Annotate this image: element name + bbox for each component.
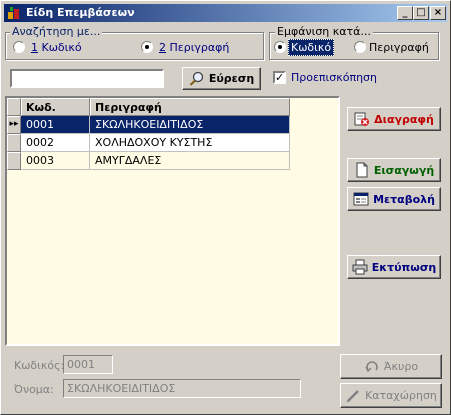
cell-description[interactable]: ΣΚΩΛΗΚΟΕΙΔΙΤΙΔΟΣ bbox=[90, 116, 290, 134]
printer-icon bbox=[352, 259, 368, 275]
row-indicator bbox=[7, 152, 21, 170]
undo-icon bbox=[365, 360, 378, 372]
code-field[interactable]: 0001 bbox=[63, 355, 113, 374]
grid-corner bbox=[7, 98, 21, 116]
find-button[interactable]: Εύρεση bbox=[182, 67, 261, 90]
cell-description[interactable]: ΑΜΥΓΔΑΛΕΣ bbox=[90, 152, 290, 170]
cell-description[interactable]: ΧΟΛΗΔΟΧΟΥ ΚΥΣΤΗΣ bbox=[90, 134, 290, 152]
delete-label: Διαγραφή bbox=[374, 112, 434, 126]
search-by-code-hotkey: 1 bbox=[31, 41, 38, 54]
pen-icon bbox=[346, 389, 359, 402]
display-by-code-label[interactable]: Κωδικό bbox=[288, 39, 335, 56]
display-by-desc-radio[interactable] bbox=[354, 41, 366, 53]
edit-form-icon bbox=[353, 192, 369, 206]
current-row-marker-icon: ▸▸ bbox=[7, 116, 21, 134]
insert-label: Εισαγωγή bbox=[373, 163, 435, 177]
code-label: Κωδικός: bbox=[14, 359, 65, 372]
delete-icon bbox=[354, 112, 370, 126]
search-by-desc-label[interactable]: 2 Περιγραφή bbox=[159, 41, 229, 54]
app-icon bbox=[8, 7, 19, 19]
main-window: Είδη Επεμβάσεων _ □ × Αναζήτηση με... 1 … bbox=[0, 0, 451, 415]
cell-code[interactable]: 0003 bbox=[21, 152, 90, 170]
search-input[interactable] bbox=[10, 69, 164, 88]
name-field[interactable]: ΣΚΩΛΗΚΟΕΙΔΙΤΙΔΟΣ bbox=[63, 379, 301, 398]
edit-button[interactable]: Μεταβολή bbox=[347, 187, 441, 211]
cell-code[interactable]: 0002 bbox=[21, 134, 90, 152]
insert-button[interactable]: Εισαγωγή bbox=[347, 158, 441, 182]
window-title: Είδη Επεμβάσεων bbox=[26, 6, 135, 19]
new-document-icon bbox=[356, 162, 368, 178]
display-by-code-radio[interactable] bbox=[274, 41, 286, 53]
minimize-button[interactable]: _ bbox=[397, 6, 413, 20]
maximize-button[interactable]: □ bbox=[413, 6, 429, 20]
preview-checkbox[interactable]: ✓ bbox=[273, 71, 286, 84]
edit-label: Μεταβολή bbox=[373, 192, 435, 206]
data-grid[interactable]: Κωδ. Περιγραφή ▸▸ 0001 ΣΚΩΛΗΚΟΕΙΔΙΤΙΔΟΣ … bbox=[5, 96, 340, 346]
search-by-desc-hotkey: 2 bbox=[159, 41, 166, 54]
cell-code[interactable]: 0001 bbox=[21, 116, 90, 134]
search-by-legend: Αναζήτηση με... bbox=[10, 25, 103, 38]
column-header-code[interactable]: Κωδ. bbox=[21, 98, 90, 116]
save-button[interactable]: Καταχώρηση bbox=[340, 383, 442, 408]
print-button[interactable]: Εκτύπωση bbox=[347, 255, 441, 279]
display-by-legend: Εμφάνιση κατά... bbox=[275, 25, 373, 38]
column-header-description[interactable]: Περιγραφή bbox=[90, 98, 290, 116]
search-by-code-radio[interactable] bbox=[13, 41, 25, 53]
search-by-code-label[interactable]: 1 Κωδικό bbox=[31, 41, 82, 54]
search-by-desc-text: Περιγραφή bbox=[169, 41, 230, 54]
display-by-desc-label[interactable]: Περιγραφή bbox=[369, 41, 429, 54]
name-label: Όνομα: bbox=[14, 383, 54, 396]
title-bar[interactable]: Είδη Επεμβάσεων _ □ × bbox=[4, 4, 447, 22]
preview-label[interactable]: Προεπισκόπηση bbox=[291, 71, 377, 84]
search-by-desc-radio[interactable] bbox=[141, 41, 153, 53]
close-button[interactable]: × bbox=[430, 6, 446, 20]
cancel-button[interactable]: Άκυρο bbox=[340, 354, 442, 379]
magnifier-icon bbox=[189, 71, 203, 86]
search-by-code-text: Κωδικό bbox=[41, 41, 82, 54]
print-label: Εκτύπωση bbox=[371, 260, 437, 274]
cancel-label: Άκυρο bbox=[383, 360, 419, 373]
row-indicator bbox=[7, 134, 21, 152]
find-button-label: Εύρεση bbox=[208, 72, 255, 85]
delete-button[interactable]: Διαγραφή bbox=[347, 107, 441, 131]
save-label: Καταχώρηση bbox=[365, 389, 437, 402]
